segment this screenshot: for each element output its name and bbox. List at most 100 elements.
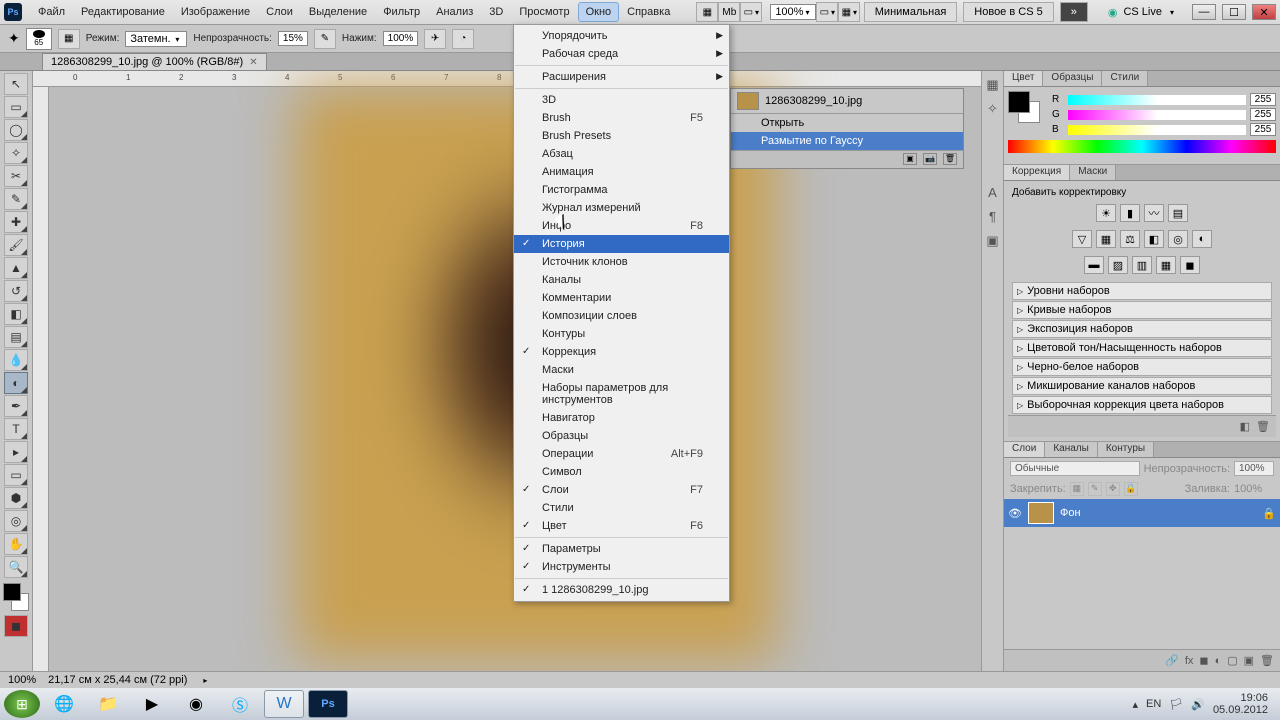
r-value[interactable]: 255 [1250,93,1276,106]
adj-thresh-icon[interactable]: ▥ [1132,256,1152,274]
taskbar-ie-icon[interactable]: 🌐 [44,690,84,718]
b-value[interactable]: 255 [1250,123,1276,136]
tray-overflow-icon[interactable]: ▴ [1132,698,1138,711]
type-tool[interactable]: T [4,418,28,440]
adj-exposure-icon[interactable]: ▤ [1168,204,1188,222]
adj-balance-icon[interactable]: ⚖ [1120,230,1140,248]
adj-gradient-icon[interactable]: ▦ [1156,256,1176,274]
tray-lang[interactable]: EN [1146,698,1161,710]
gradient-tool[interactable]: ▤ [4,326,28,348]
menu-item-маски[interactable]: Маски [514,361,729,379]
stamp-tool[interactable]: ▲ [4,257,28,279]
layer-fx-icon[interactable]: fx [1185,655,1194,667]
brush-preview[interactable]: 65 [26,28,52,50]
menu-item-расширения[interactable]: Расширения▶ [514,68,729,86]
menu-item-символ[interactable]: Символ [514,463,729,481]
preset-item[interactable]: ▷Экспозиция наборов [1012,320,1272,338]
menu-item-параметры[interactable]: ✓Параметры [514,540,729,558]
menu-item-1-1286308299_10.jpg[interactable]: ✓1 1286308299_10.jpg [514,581,729,599]
navigator-panel-icon[interactable]: ✧ [985,101,1001,117]
menu-item-brush-presets[interactable]: Brush Presets [514,127,729,145]
channels-tab[interactable]: Каналы [1045,442,1098,457]
menu-select[interactable]: Выделение [301,2,375,22]
taskbar-skype-icon[interactable]: Ⓢ [220,690,260,718]
adj-layer-icon[interactable]: ◐ [1215,655,1222,667]
adj-curves-icon[interactable]: 〰 [1144,204,1164,222]
link-layers-icon[interactable]: 🔗 [1165,654,1179,667]
menu-item-brush[interactable]: BrushF5 [514,109,729,127]
preset-item[interactable]: ▷Выборочная коррекция цвета наборов [1012,396,1272,414]
document-tab[interactable]: 1286308299_10.jpg @ 100% (RGB/8#) ✕ [42,53,267,70]
menu-item-образцы[interactable]: Образцы [514,427,729,445]
menu-item-инструменты[interactable]: ✓Инструменты [514,558,729,576]
adj-selective-icon[interactable]: ◼ [1180,256,1200,274]
clone-source-panel-icon[interactable]: ▣ [985,233,1001,249]
menu-item-операции[interactable]: ОперацииAlt+F9 [514,445,729,463]
history-trash-icon[interactable]: 🗑 [943,153,957,165]
layer-thumbnail[interactable] [1028,502,1054,524]
lasso-tool[interactable]: ◯ [4,119,28,141]
adj-vibrance-icon[interactable]: ▽ [1072,230,1092,248]
menu-item-журнал-измерений[interactable]: Журнал измерений [514,199,729,217]
menu-item-абзац[interactable]: Абзац [514,145,729,163]
close-button[interactable]: ✕ [1252,4,1276,20]
menu-layers[interactable]: Слои [258,2,301,22]
paragraph-panel-icon[interactable]: ¶ [985,209,1001,225]
history-snapshot-icon[interactable]: 📷 [923,153,937,165]
spectrum-bar[interactable] [1008,140,1276,153]
blend-mode-select[interactable]: Обычные [1010,461,1140,476]
mini-bridge-button[interactable]: Mb [718,2,740,22]
menu-item-рабочая-среда[interactable]: Рабочая среда▶ [514,45,729,63]
menu-item-3d[interactable]: 3D [514,91,729,109]
adj-photo-icon[interactable]: ◎ [1168,230,1188,248]
lock-all-icon[interactable]: 🔒 [1124,482,1138,496]
menu-3d[interactable]: 3D [481,2,511,22]
history-step[interactable]: Размытие по Гауссу [731,132,963,150]
size-pressure-button[interactable]: ◔ [452,29,474,49]
menu-item-контуры[interactable]: Контуры [514,325,729,343]
opacity-field[interactable]: 15% [278,31,308,46]
color-tab[interactable]: Цвет [1004,71,1043,86]
styles-tab[interactable]: Стили [1102,71,1148,86]
preset-item[interactable]: ▷Уровни наборов [1012,282,1272,300]
shape-tool[interactable]: ▭ [4,464,28,486]
preset-item[interactable]: ▷Кривые наборов [1012,301,1272,319]
color-swatches[interactable] [3,583,29,611]
menu-item-наборы-параметров-для-инструментов[interactable]: Наборы параметров для инструментов [514,379,729,409]
menu-edit[interactable]: Редактирование [73,2,173,22]
menu-item-цвет[interactable]: ✓ЦветF6 [514,517,729,535]
layers-tab[interactable]: Слои [1004,442,1045,457]
path-select-tool[interactable]: ▸ [4,441,28,463]
launch-bridge-button[interactable]: ▦ [696,2,718,22]
preset-item[interactable]: ▷Микширование каналов наборов [1012,377,1272,395]
quick-select-tool[interactable]: ✧ [4,142,28,164]
adj-levels-icon[interactable]: ▮ [1120,204,1140,222]
taskbar-explorer-icon[interactable]: 📁 [88,690,128,718]
blend-mode-select[interactable]: Затемн. ▾ [125,31,187,47]
arrange-docs-button[interactable]: ▦▾ [838,2,860,22]
menu-item-упорядочить[interactable]: Упорядочить▶ [514,27,729,45]
menu-item-коррекция[interactable]: ✓Коррекция [514,343,729,361]
g-slider[interactable] [1068,110,1246,120]
r-slider[interactable] [1068,95,1246,105]
tray-clock[interactable]: 19:0605.09.2012 [1213,692,1268,716]
lock-trans-icon[interactable]: ▦ [1070,482,1084,496]
delete-layer-icon[interactable]: 🗑 [1260,654,1274,667]
marquee-tool[interactable]: ▭ [4,96,28,118]
document-tab-close[interactable]: ✕ [249,57,257,68]
layer-row[interactable]: 👁 Фон 🔒 [1004,499,1280,527]
foreground-swatch[interactable] [3,583,21,601]
swatches-tab[interactable]: Образцы [1043,71,1102,86]
3d-camera-tool[interactable]: ◎ [4,510,28,532]
masks-tab[interactable]: Маски [1070,165,1116,180]
menu-help[interactable]: Справка [619,2,678,22]
minimize-button[interactable]: — [1192,4,1216,20]
history-step[interactable]: Открыть [731,114,963,132]
fill-field[interactable]: 100% [1234,483,1274,495]
taskbar-photoshop-icon[interactable]: Ps [308,690,348,718]
visibility-icon[interactable]: 👁 [1008,507,1022,520]
group-icon[interactable]: ▢ [1227,654,1237,667]
menu-image[interactable]: Изображение [173,2,258,22]
new-layer-icon[interactable]: ▣ [1244,654,1254,667]
menu-analysis[interactable]: Анализ [428,2,481,22]
